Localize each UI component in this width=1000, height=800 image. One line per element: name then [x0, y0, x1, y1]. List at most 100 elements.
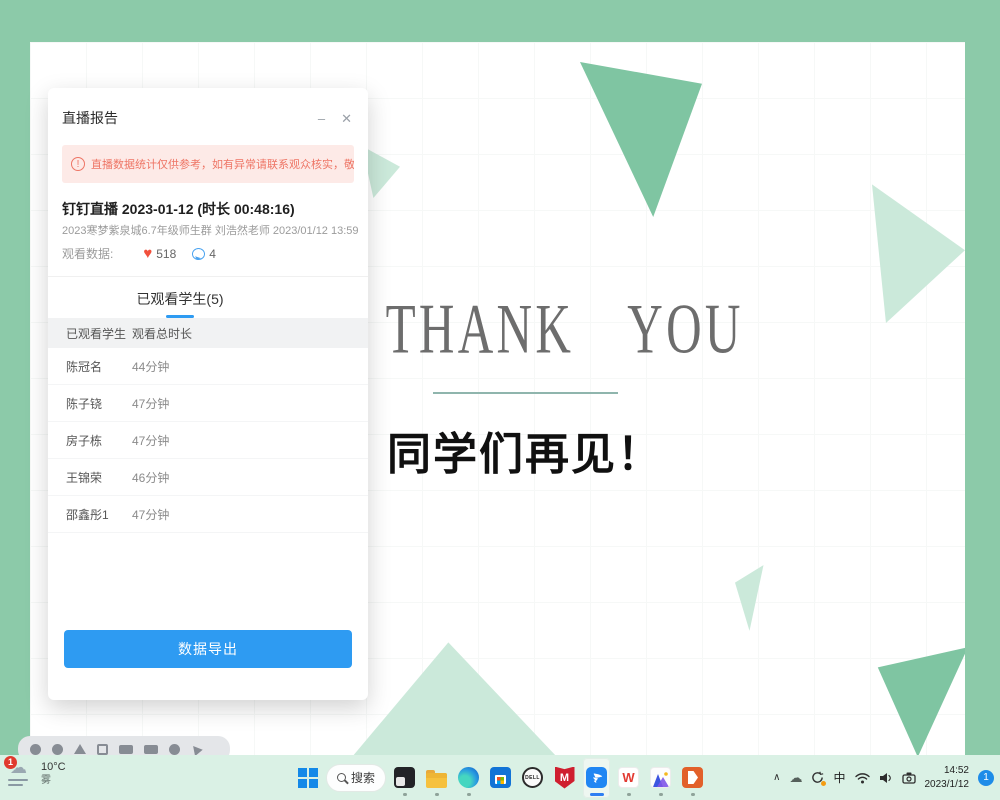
sync-icon[interactable]	[811, 771, 824, 784]
start-button[interactable]	[294, 758, 321, 798]
weather-alert-badge: 1	[4, 756, 17, 769]
fog-weather-icon: ☁ 1	[8, 759, 34, 789]
highlighter-icon[interactable]	[52, 744, 63, 755]
windows-logo-icon	[298, 768, 318, 788]
mcafee-shield-icon: M	[555, 767, 575, 789]
taskbar-app-mcafee[interactable]: M	[551, 758, 578, 798]
disclaimer-text: 直播数据统计仅供参考，如有异常请联系观众核实，敬请谅解	[91, 156, 354, 172]
taskbar-center: 搜索 DELL M	[294, 755, 706, 800]
wifi-icon[interactable]	[855, 772, 870, 784]
table-row: 邵鑫彤1 47分钟	[48, 496, 368, 533]
tab-watched-students[interactable]: 已观看学生(5)	[48, 289, 312, 318]
running-indicator	[467, 793, 471, 796]
weather-temperature: 10°C	[41, 761, 66, 775]
taskbar-app-dingtalk[interactable]	[583, 758, 610, 798]
edge-browser-icon	[458, 767, 479, 788]
table-row: 陈冠名 44分钟	[48, 348, 368, 385]
notification-count-badge[interactable]: 1	[978, 770, 994, 786]
dell-icon: DELL	[522, 767, 543, 788]
running-indicator	[691, 793, 695, 796]
comment-count: 4	[209, 247, 216, 261]
cloud-icon[interactable]: ☁	[789, 771, 802, 784]
watch-duration: 44分钟	[132, 358, 169, 375]
running-indicator	[627, 793, 631, 796]
active-app-indicator	[590, 793, 604, 796]
slides-icon[interactable]	[119, 745, 133, 754]
triangle-decoration	[580, 62, 702, 217]
broadcast-summary: 钉钉直播 2023-01-12 (时长 00:48:16) 2023寒梦紫泉城6…	[62, 199, 354, 262]
folder-icon	[426, 773, 447, 788]
pointer-icon[interactable]	[74, 744, 86, 754]
more-tools-icon[interactable]	[169, 744, 180, 755]
notes-icon[interactable]	[144, 745, 158, 754]
info-icon: !	[71, 157, 85, 171]
tab-label: 已观看学生(5)	[136, 291, 223, 307]
sync-status-dot	[821, 781, 826, 786]
student-name: 陈冠名	[48, 358, 132, 375]
close-button[interactable]: ✕	[341, 112, 352, 125]
taskbar-app-dell[interactable]: DELL	[519, 758, 546, 798]
broadcast-title: 钉钉直播 2023-01-12 (时长 00:48:16)	[62, 199, 354, 219]
volume-icon[interactable]	[879, 772, 893, 784]
hidden-icons-chevron[interactable]: ∧	[773, 773, 780, 783]
ime-indicator[interactable]: 中	[833, 772, 845, 784]
watch-duration: 47分钟	[132, 432, 169, 449]
tray-time: 14:52	[944, 765, 969, 776]
wps-office-icon: W	[618, 767, 639, 788]
table-row: 房子栋 47分钟	[48, 422, 368, 459]
like-count: 518	[156, 247, 176, 261]
taskbar-app-wps[interactable]: W	[615, 758, 642, 798]
orange-media-icon	[682, 767, 703, 788]
student-name: 陈子铙	[48, 395, 132, 412]
stats-label: 观看数据:	[62, 245, 113, 262]
dingtalk-icon	[586, 767, 607, 788]
slide-divider	[433, 392, 618, 394]
student-name: 王锦荣	[48, 469, 132, 486]
mountain-app-icon	[650, 767, 671, 788]
triangle-decoration	[872, 183, 965, 323]
cursor-icon[interactable]	[189, 742, 202, 755]
comment-bubble-icon	[192, 248, 205, 260]
data-export-button[interactable]: 数据导出	[64, 630, 352, 668]
minimize-button[interactable]: –	[318, 112, 325, 125]
watch-duration: 47分钟	[132, 506, 169, 523]
taskbar: ☁ 1 10°C 雾 搜索	[0, 755, 1000, 800]
search-icon	[337, 773, 346, 782]
clock[interactable]: 14:52 2023/1/12	[925, 764, 970, 791]
taskbar-app-media[interactable]	[679, 758, 706, 798]
slide-title: THANK YOU	[386, 290, 665, 368]
pen-icon[interactable]	[30, 744, 41, 755]
taskbar-app-file-explorer[interactable]	[423, 758, 450, 798]
live-report-dialog: 直播报告 – ✕ ! 直播数据统计仅供参考，如有异常请联系观众核实，敬请谅解 钉…	[48, 88, 368, 700]
frame-icon[interactable]	[97, 744, 108, 755]
like-heart-icon: ♥	[143, 246, 152, 261]
photos-dark-icon	[394, 767, 415, 788]
microsoft-store-icon	[490, 767, 511, 788]
dialog-title: 直播报告	[62, 108, 118, 128]
running-indicator	[659, 793, 663, 796]
tab-bar: 已观看学生(5)	[48, 276, 368, 318]
student-name: 邵鑫彤1	[48, 506, 132, 523]
watch-duration: 46分钟	[132, 469, 169, 486]
table-header: 已观看学生 观看总时长	[48, 318, 368, 348]
triangle-decoration	[875, 645, 965, 755]
tray-date: 2023/1/12	[925, 779, 970, 790]
broadcast-stats: 观看数据: ♥ 518 4	[62, 245, 354, 262]
student-name: 房子栋	[48, 432, 132, 449]
search-label: 搜索	[351, 769, 375, 786]
weather-condition: 雾	[41, 775, 66, 788]
taskbar-app-photos[interactable]	[391, 758, 418, 798]
table-row: 陈子铙 47分钟	[48, 385, 368, 422]
running-indicator	[403, 793, 407, 796]
taskbar-app-mountain[interactable]	[647, 758, 674, 798]
taskbar-app-microsoft-store[interactable]	[487, 758, 514, 798]
column-header-duration: 观看总时长	[132, 325, 192, 342]
watch-duration: 47分钟	[132, 395, 169, 412]
weather-widget[interactable]: ☁ 1 10°C 雾	[8, 759, 66, 789]
search-box[interactable]: 搜索	[326, 764, 386, 792]
column-header-student: 已观看学生	[48, 325, 132, 342]
system-tray: ∧ ☁ 中	[773, 755, 994, 800]
slide-farewell-text: 同学们再见！	[355, 418, 695, 482]
taskbar-app-edge[interactable]	[455, 758, 482, 798]
camera-icon[interactable]	[902, 772, 916, 784]
